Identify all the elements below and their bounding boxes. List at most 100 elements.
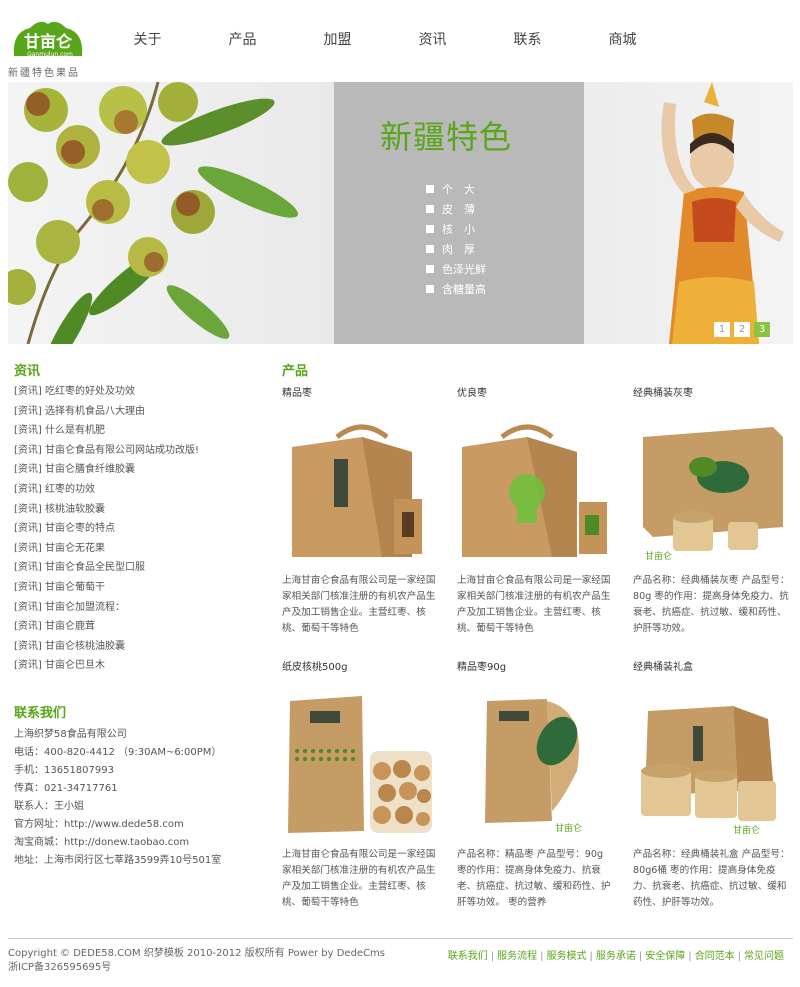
news-link[interactable]: [资讯] 什么是有机肥 (14, 425, 105, 436)
list-item[interactable]: [资讯] 吃红枣的好处及功效 (14, 382, 199, 402)
list-item[interactable]: [资讯] 甘亩仑枣的特点 (14, 519, 199, 539)
product-name[interactable]: 精品枣90g (457, 661, 615, 675)
bullet-square-icon (426, 265, 434, 273)
news-link[interactable]: [资讯] 选择有机食品八大理由 (14, 406, 145, 417)
nav-news[interactable]: 资讯 (385, 29, 480, 53)
bullet-square-icon (426, 285, 434, 293)
list-item[interactable]: [资讯] 红枣的功效 (14, 480, 199, 500)
list-item[interactable]: [资讯] 选择有机食品八大理由 (14, 402, 199, 422)
footer-link-contract[interactable]: 合同范本 (695, 951, 735, 962)
list-item[interactable]: [资讯] 核桃油软胶囊 (14, 500, 199, 520)
product-image[interactable]: 甘亩仑 (457, 681, 615, 839)
list-item[interactable]: [资讯] 甘亩仑巴旦木 (14, 656, 199, 676)
news-section-title: 资讯 (14, 364, 41, 379)
footer-copyright: Copyright © DEDE58.COM 织梦模板 2010-2012 版权… (8, 947, 385, 975)
feature-item: 核 小 (426, 220, 486, 240)
product-description: 产品名称：经典桶装灰枣 产品型号：80g 枣的作用：提高身体免疫力、抗衰老、抗癌… (633, 575, 790, 634)
product-card[interactable]: 优良枣 上海甘亩仑食品有限公司是一家经国家相关部门核准注册的有机农产品生产及加工… (457, 387, 615, 637)
bullet-square-icon (426, 185, 434, 193)
bullet-square-icon (426, 205, 434, 213)
product-image[interactable]: 甘亩仑 (633, 407, 791, 565)
footer-link-contact[interactable]: 联系我们 (448, 951, 488, 962)
news-link[interactable]: [资讯] 核桃油软胶囊 (14, 504, 105, 515)
list-item[interactable]: [资讯] 甘亩仑加盟流程： (14, 598, 199, 618)
product-card[interactable]: 经典桶装礼盒 甘亩仑 产品名称：经典桶装礼盒 产品型号：80g6桶 枣的作用：提… (633, 661, 791, 911)
product-description: 上海甘亩仑食品有限公司是一家经国家相关部门核准注册的有机农产品生产及加工销售企业… (282, 849, 436, 908)
news-link[interactable]: [资讯] 甘亩仑巴旦木 (14, 660, 105, 671)
dancer-image (584, 82, 793, 344)
jujube-branch-image (8, 82, 334, 344)
nav-franchise[interactable]: 加盟 (290, 29, 385, 53)
footer-link-security[interactable]: 安全保障 (645, 951, 685, 962)
feature-item: 含糖量高 (426, 280, 486, 300)
footer-link-model[interactable]: 服务模式 (547, 951, 587, 962)
list-item[interactable]: [资讯] 甘亩仑鹿茸 (14, 617, 199, 637)
product-image[interactable]: 甘亩仑 (633, 681, 791, 839)
footer-link-faq[interactable]: 常见问题 (744, 951, 784, 962)
mobile: 手机：13651807993 (14, 765, 114, 776)
nav-products[interactable]: 产品 (195, 29, 290, 53)
product-card[interactable]: 纸皮核桃500g 上海甘亩仑食品有限公司是一家经国家相关部门核准注册的有机农产品… (282, 661, 440, 911)
footer-link-process[interactable]: 服务流程 (497, 951, 537, 962)
product-description: 上海甘亩仑食品有限公司是一家经国家相关部门核准注册的有机农产品生产及加工销售企业… (457, 575, 611, 634)
bullet-square-icon (426, 225, 434, 233)
list-item[interactable]: [资讯] 甘亩仑核桃油胶囊 (14, 637, 199, 657)
product-card[interactable]: 精品枣90g 甘亩仑 产品名称：精品枣 产品型号：90g 枣的作用：提高身体免疫… (457, 661, 615, 911)
pager-button-2[interactable]: 2 (734, 322, 750, 337)
list-item[interactable]: [资讯] 什么是有机肥 (14, 421, 199, 441)
news-link[interactable]: [资讯] 红枣的功效 (14, 484, 95, 495)
bullet-square-icon (426, 245, 434, 253)
contact-person: 联系人：王小姐 (14, 801, 84, 812)
product-name[interactable]: 优良枣 (457, 387, 615, 401)
product-description: 产品名称：经典桶装礼盒 产品型号：80g6桶 枣的作用：提高身体免疫力、抗衰老、… (633, 849, 790, 908)
list-item[interactable]: [资讯] 甘亩仑葡萄干 (14, 578, 199, 598)
feature-item: 皮 薄 (426, 200, 486, 220)
news-link[interactable]: [资讯] 甘亩仑无花果 (14, 543, 105, 554)
list-item[interactable]: [资讯] 甘亩仑食品全民型口服 (14, 558, 199, 578)
website[interactable]: 官方网址：http://www.dede58.com (14, 816, 221, 834)
product-name[interactable]: 经典桶装礼盒 (633, 661, 791, 675)
logo[interactable]: 甘亩仑 Ganmulun.com 新疆特色果品 (8, 18, 88, 79)
logo-text: 甘亩仑 (24, 32, 73, 51)
svg-text:甘亩仑: 甘亩仑 (733, 824, 760, 836)
news-link[interactable]: [资讯] 甘亩仑葡萄干 (14, 582, 105, 593)
svg-text:甘亩仑: 甘亩仑 (645, 550, 672, 562)
feature-item: 肉 厚 (426, 240, 486, 260)
nav-about[interactable]: 关于 (100, 29, 195, 53)
product-image[interactable] (282, 681, 440, 839)
icp-number[interactable]: 浙ICP备326595695号 (8, 961, 385, 975)
banner-title: 新疆特色 (380, 118, 513, 156)
news-link[interactable]: [资讯] 甘亩仑核桃油胶囊 (14, 641, 125, 652)
product-card[interactable]: 经典桶装灰枣 甘亩仑 产品名称：经典桶装灰枣 产品型号：80g 枣的作用：提高身… (633, 387, 791, 637)
product-image[interactable] (457, 407, 615, 565)
phone: 电话：400-820-4412 （9:30AM~6:00PM） (14, 747, 222, 758)
news-link[interactable]: [资讯] 甘亩仑枣的特点 (14, 523, 115, 534)
hero-banner[interactable]: 新疆特色 个 大 皮 薄 核 小 肉 厚 色泽光鲜 含糖量高 1 2 3 (8, 82, 793, 344)
site-header: 甘亩仑 Ganmulun.com 新疆特色果品 关于 产品 加盟 资讯 联系 商… (0, 0, 800, 82)
pager-button-3[interactable]: 3 (754, 322, 770, 337)
banner-pager: 1 2 3 (714, 322, 770, 337)
product-image[interactable] (282, 407, 440, 565)
contact-section-title: 联系我们 (14, 706, 67, 721)
news-link[interactable]: [资讯] 甘亩仑食品有限公司网站成功改版! (14, 445, 199, 456)
footer-links: 联系我们 | 服务流程 | 服务模式 | 服务承诺 | 安全保障 | 合同范本 | 常见问题 (447, 951, 784, 962)
product-name[interactable]: 经典桶装灰枣 (633, 387, 791, 401)
product-card[interactable]: 精品枣 上海甘亩仑食品有限公司是一家经国家相关部门核准注册的有机农产品生产及加工… (282, 387, 440, 637)
product-name[interactable]: 纸皮核桃500g (282, 661, 440, 675)
nav-shop[interactable]: 商城 (575, 29, 670, 53)
feature-item: 个 大 (426, 180, 486, 200)
product-name[interactable]: 精品枣 (282, 387, 440, 401)
news-link[interactable]: [资讯] 甘亩仑膳食纤维胶囊 (14, 464, 135, 475)
list-item[interactable]: [资讯] 甘亩仑食品有限公司网站成功改版! (14, 441, 199, 461)
taobao-shop[interactable]: 淘宝商城：http://donew.taobao.com (14, 834, 221, 852)
nav-contact[interactable]: 联系 (480, 29, 575, 53)
news-link[interactable]: [资讯] 甘亩仑加盟流程： (14, 602, 125, 613)
copyright-text: Copyright © DEDE58.COM 织梦模板 2010-2012 版权… (8, 948, 386, 959)
list-item[interactable]: [资讯] 甘亩仑无花果 (14, 539, 199, 559)
list-item[interactable]: [资讯] 甘亩仑膳食纤维胶囊 (14, 460, 199, 480)
footer-link-promise[interactable]: 服务承诺 (596, 951, 636, 962)
pager-button-1[interactable]: 1 (714, 322, 730, 337)
news-link[interactable]: [资讯] 甘亩仑食品全民型口服 (14, 562, 145, 573)
news-link[interactable]: [资讯] 甘亩仑鹿茸 (14, 621, 95, 632)
news-link[interactable]: [资讯] 吃红枣的好处及功效 (14, 386, 135, 397)
